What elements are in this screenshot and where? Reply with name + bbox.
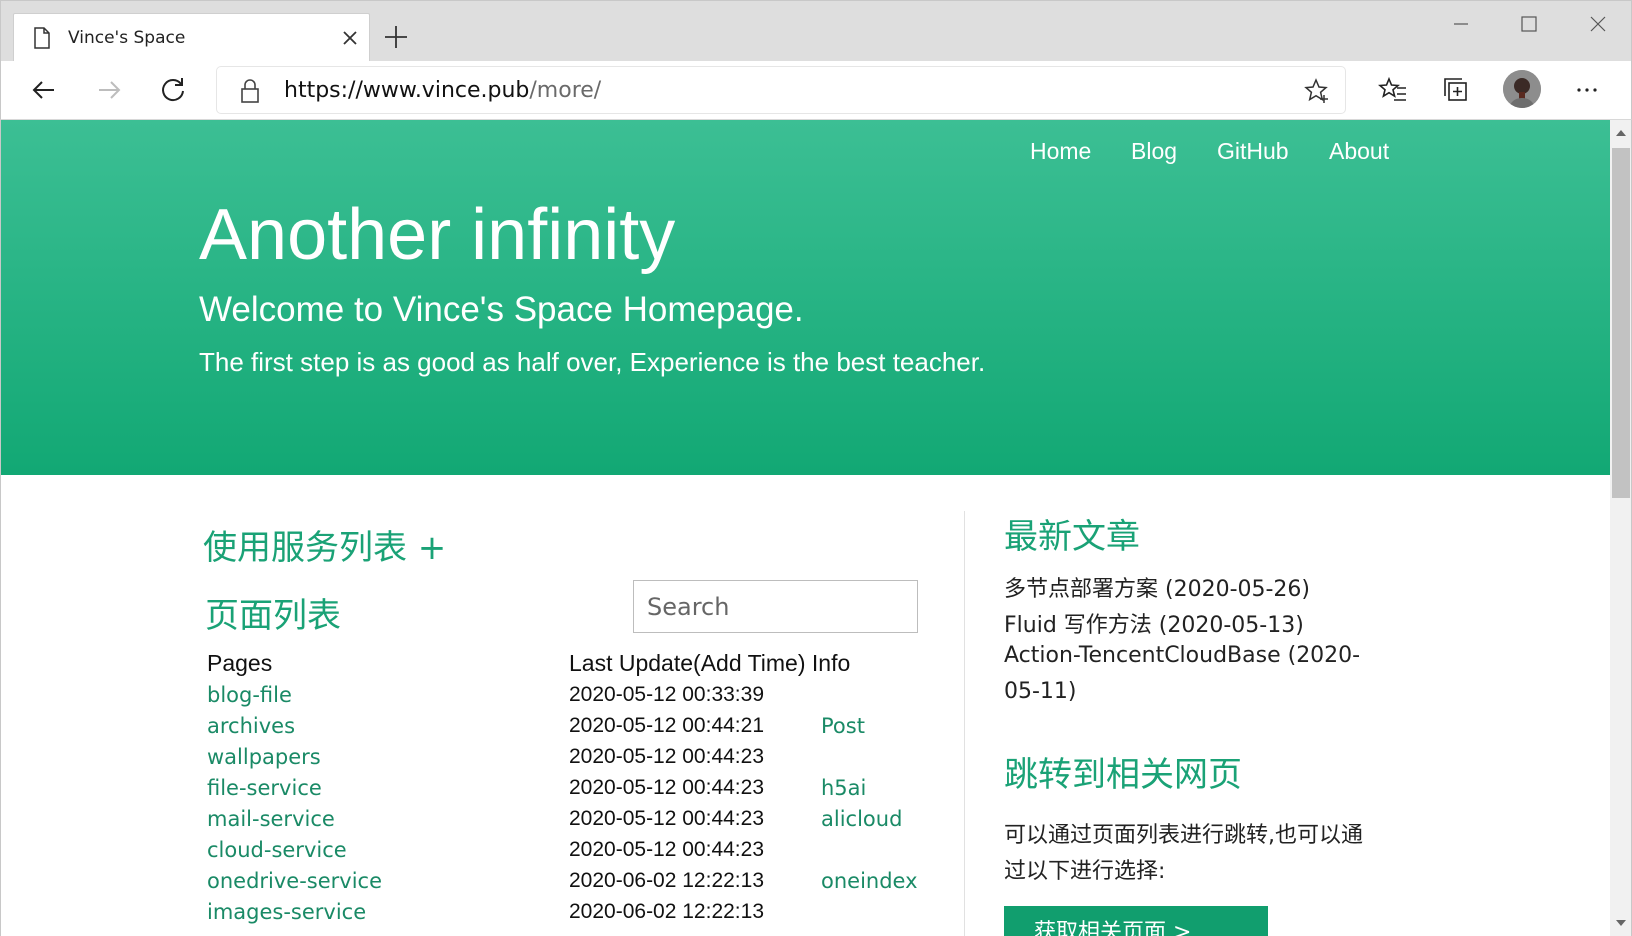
hero-banner: Home Blog GitHub About Another infinity … (1, 120, 1610, 475)
avatar-icon (1503, 70, 1541, 108)
update-time: 2020-05-12 00:44:23 (569, 776, 764, 799)
browser-toolbar: https://www.vince.pub/more/ (0, 61, 1632, 120)
main-content: 使用服务列表 + 页面列表 Pages Last Update(Add Time… (1, 475, 1610, 936)
update-time: 2020-05-12 00:33:39 (569, 683, 764, 706)
nav-github[interactable]: GitHub (1217, 138, 1289, 165)
lock-icon[interactable] (239, 78, 261, 104)
collections-icon[interactable] (1440, 74, 1472, 106)
url-path: /more/ (529, 78, 602, 103)
table-row: blog-file 2020-05-12 00:33:39 (1, 683, 941, 714)
table-row: cloud-service 2020-05-12 00:44:23 (1, 838, 941, 869)
maximize-icon[interactable] (1509, 9, 1549, 39)
browser-tab[interactable]: Vince's Space (13, 13, 370, 62)
hero-title: Another infinity (199, 195, 676, 275)
hero-subtitle: Welcome to Vince's Space Homepage. (199, 290, 804, 329)
latest-articles-heading: 最新文章 (1004, 517, 1140, 557)
table-row: archives 2020-05-12 00:44:21 Post (1, 714, 941, 745)
jump-description-line1: 可以通过页面列表进行跳转,也可以通 (1004, 823, 1363, 848)
page-icon (34, 27, 50, 49)
scrollbar-thumb[interactable] (1612, 148, 1630, 498)
page-link[interactable]: wallpapers (207, 745, 321, 769)
pages-column-header: Pages (207, 650, 273, 676)
search-input[interactable] (634, 581, 917, 632)
article-link[interactable]: Fluid 写作方法 (2020-05-13) (1004, 607, 1304, 639)
pages-heading: 页面列表 (205, 596, 341, 636)
url-host: https://www.vince.pub (284, 78, 530, 103)
article-link[interactable]: Action-TencentCloudBase (2020- (1004, 643, 1360, 668)
update-time: 2020-06-02 12:22:13 (569, 900, 764, 923)
close-window-icon[interactable] (1578, 9, 1618, 39)
page-link[interactable]: archives (207, 714, 295, 738)
minimize-icon[interactable] (1441, 9, 1481, 39)
article-link-continued[interactable]: 05-11) (1004, 679, 1077, 704)
page-link[interactable]: mail-service (207, 807, 335, 831)
favorites-icon[interactable] (1377, 74, 1409, 106)
back-icon[interactable] (28, 74, 60, 106)
page-info: Post (821, 714, 865, 738)
table-row: images-service 2020-06-02 12:22:13 (1, 900, 941, 931)
table-row: onedrive-service 2020-06-02 12:22:13 one… (1, 869, 941, 900)
update-time: 2020-05-12 00:44:23 (569, 838, 764, 861)
scroll-down-arrow-icon[interactable] (1615, 918, 1627, 928)
page-info: alicloud (821, 807, 903, 831)
scroll-up-arrow-icon[interactable] (1615, 128, 1627, 138)
nav-blog[interactable]: Blog (1131, 138, 1177, 165)
table-row: wallpapers 2020-05-12 00:44:23 (1, 745, 941, 776)
article-link[interactable]: 多节点部署方案 (2020-05-26) (1004, 571, 1310, 603)
nav-home[interactable]: Home (1030, 138, 1091, 165)
page-info: h5ai (821, 776, 867, 800)
jump-heading: 跳转到相关网页 (1004, 755, 1242, 795)
address-bar[interactable]: https://www.vince.pub/more/ (217, 67, 1345, 113)
hero-quote: The first step is as good as half over, … (199, 347, 986, 377)
time-info-column-header: Last Update(Add Time) Info (569, 650, 851, 676)
update-time: 2020-06-02 12:22:13 (569, 869, 764, 892)
refresh-icon[interactable] (157, 74, 189, 106)
favorite-star-icon[interactable] (1303, 77, 1331, 105)
page-info: oneindex (821, 869, 918, 893)
new-tab-icon[interactable] (383, 24, 409, 50)
profile-avatar[interactable] (1503, 70, 1541, 108)
update-time: 2020-05-12 00:44:21 (569, 714, 764, 737)
url-text[interactable]: https://www.vince.pub/more/ (284, 78, 601, 103)
services-heading[interactable]: 使用服务列表 + (203, 520, 446, 569)
update-time: 2020-05-12 00:44:23 (569, 807, 764, 830)
get-related-pages-button[interactable]: 获取相关页面 > (1004, 906, 1268, 936)
page-link[interactable]: cloud-service (207, 838, 347, 862)
nav-about[interactable]: About (1329, 138, 1389, 165)
tab-strip: Vince's Space (0, 0, 1632, 62)
update-time: 2020-05-12 00:44:23 (569, 745, 764, 768)
close-tab-icon[interactable] (339, 27, 361, 49)
column-divider (964, 511, 965, 936)
page-link[interactable]: onedrive-service (207, 869, 382, 893)
vertical-scrollbar[interactable] (1610, 120, 1632, 936)
search-box[interactable] (633, 580, 918, 633)
page-viewport: Home Blog GitHub About Another infinity … (0, 120, 1610, 936)
page-link[interactable]: file-service (207, 776, 322, 800)
page-link[interactable]: images-service (207, 900, 366, 924)
forward-icon[interactable] (93, 74, 125, 106)
table-row: mail-service 2020-05-12 00:44:23 aliclou… (1, 807, 941, 838)
tab-title: Vince's Space (68, 28, 186, 48)
more-menu-icon[interactable] (1571, 74, 1603, 106)
jump-description-line2: 过以下进行选择: (1004, 859, 1166, 884)
table-row: file-service 2020-05-12 00:44:23 h5ai (1, 776, 941, 807)
page-link[interactable]: blog-file (207, 683, 292, 707)
